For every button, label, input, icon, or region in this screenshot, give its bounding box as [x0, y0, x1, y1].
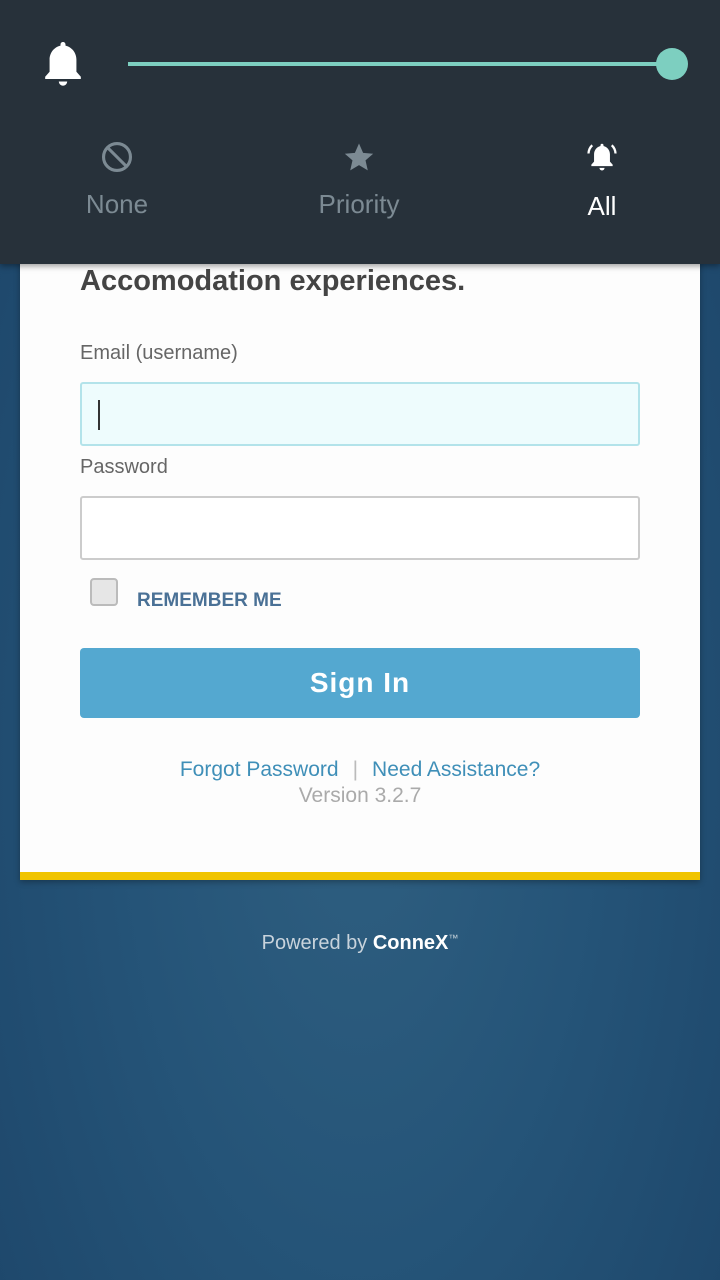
password-label: Password — [80, 456, 168, 478]
help-links: Forgot Password | Need Assistance? — [20, 758, 700, 782]
link-separator: | — [352, 758, 359, 781]
login-card: Sign in to manage your Hotel Accomodatio… — [20, 180, 700, 880]
brand-name: ConneX — [372, 932, 449, 954]
powered-by: Powered by ConneX™ — [0, 932, 720, 955]
volume-slider-track[interactable] — [128, 62, 668, 66]
remember-me-checkbox[interactable] — [90, 578, 118, 606]
version-text: Version 3.2.7 — [298, 784, 422, 807]
need-assistance-link[interactable]: Need Assistance? — [372, 758, 540, 781]
mode-all[interactable]: All — [522, 140, 682, 222]
volume-slider-thumb[interactable] — [656, 48, 688, 80]
notification-volume-panel: None Priority All — [0, 0, 720, 264]
mode-priority-label: Priority — [318, 189, 400, 219]
mode-none[interactable]: None — [37, 140, 197, 220]
mode-none-label: None — [85, 189, 149, 219]
block-icon — [101, 141, 133, 173]
star-icon — [344, 143, 374, 171]
mode-all-label: All — [587, 191, 617, 221]
text-caret — [98, 400, 100, 430]
bell-ringing-icon — [587, 143, 617, 171]
email-input[interactable] — [80, 382, 640, 446]
powered-prefix: Powered by — [261, 932, 368, 954]
email-label: Email (username) — [80, 342, 238, 364]
forgot-password-link[interactable]: Forgot Password — [180, 758, 339, 781]
remember-me-label[interactable]: REMEMBER ME — [137, 590, 282, 612]
bell-icon — [45, 42, 81, 86]
sign-in-button[interactable]: Sign In — [80, 648, 640, 718]
mode-priority[interactable]: Priority — [279, 140, 439, 220]
trademark: ™ — [448, 933, 459, 945]
password-input[interactable] — [80, 496, 640, 560]
